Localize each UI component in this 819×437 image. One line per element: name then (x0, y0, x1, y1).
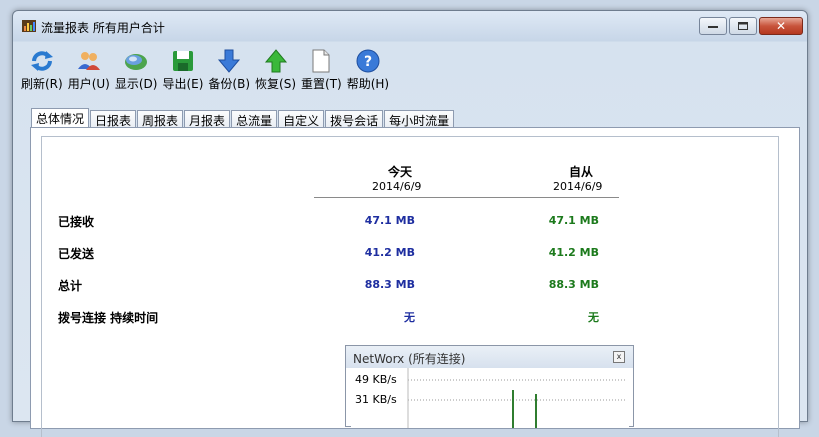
total-label: 总计 (58, 279, 83, 293)
graph-title-bar[interactable]: NetWorx (所有连接) x (346, 346, 633, 368)
traffic-plot: 49 KB/s 31 KB/s (351, 368, 629, 428)
users-label: 用户(U) (67, 77, 110, 91)
total-since-value: 88.3 MB (548, 278, 599, 291)
graph-close-button[interactable]: x (613, 351, 625, 363)
backup-icon (215, 47, 243, 75)
display-button[interactable]: 显示(D) (114, 47, 158, 92)
maximize-icon (738, 22, 748, 30)
today-header: 今天 (388, 165, 413, 179)
refresh-icon (28, 47, 56, 75)
maximize-button[interactable] (729, 17, 757, 35)
refresh-button[interactable]: 刷新(R) (21, 47, 63, 92)
networx-graph-window[interactable]: NetWorx (所有连接) x 49 KB/s 31 KB/s (345, 345, 634, 428)
restore-button[interactable]: 恢复(S) (255, 47, 296, 92)
display-label: 显示(D) (114, 77, 158, 91)
help-icon: ? (354, 47, 382, 75)
backup-label: 备份(B) (208, 77, 251, 91)
received-since-value: 47.1 MB (548, 214, 599, 227)
close-button[interactable]: ✕ (759, 17, 803, 35)
title-bar[interactable]: 流量报表 所有用户合计 ✕ (13, 11, 807, 41)
minimize-icon (708, 26, 718, 28)
help-button[interactable]: ? 帮助(H) (347, 47, 389, 92)
dialup-duration-label: 拨号连接 持续时间 (58, 311, 159, 325)
window-title: 流量报表 所有用户合计 (41, 21, 165, 35)
display-icon (122, 47, 150, 75)
received-label: 已接收 (58, 215, 95, 229)
restore-icon (262, 47, 290, 75)
sent-label: 已发送 (58, 247, 95, 261)
dialup-since-value: 无 (588, 311, 599, 324)
minimize-button[interactable] (699, 17, 727, 35)
since-date: 2014/6/9 (553, 180, 603, 193)
refresh-label: 刷新(R) (21, 77, 63, 91)
graph-title: NetWorx (所有连接) (353, 352, 466, 366)
export-label: 导出(E) (162, 77, 204, 91)
users-button[interactable]: 用户(U) (68, 47, 110, 92)
header-divider (314, 197, 619, 198)
sent-today-value: 41.2 MB (364, 246, 415, 259)
total-today-value: 88.3 MB (364, 278, 415, 291)
svg-text:?: ? (364, 54, 372, 70)
app-chart-icon (22, 20, 36, 32)
today-date: 2014/6/9 (372, 180, 422, 193)
toolbar: 刷新(R) 用户(U) 显示(D) 导出(E) 备份(B) 恢复(S) 重置(T… (21, 47, 394, 92)
sent-since-value: 41.2 MB (548, 246, 599, 259)
traffic-plot-lines (407, 368, 626, 428)
dialup-today-value: 无 (404, 311, 415, 324)
received-today-value: 47.1 MB (364, 214, 415, 227)
reset-button[interactable]: 重置(T) (301, 47, 342, 92)
export-icon (169, 47, 197, 75)
reset-icon (307, 47, 335, 75)
users-icon (75, 47, 103, 75)
backup-button[interactable]: 备份(B) (208, 47, 250, 92)
reset-label: 重置(T) (301, 77, 342, 91)
help-label: 帮助(H) (346, 77, 390, 91)
restore-label: 恢复(S) (255, 77, 297, 91)
export-button[interactable]: 导出(E) (162, 47, 203, 92)
since-header: 自从 (569, 165, 594, 179)
